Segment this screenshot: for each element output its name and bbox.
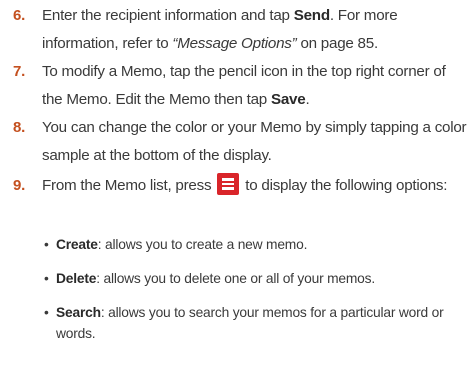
step-text: Enter the recipient information and tap … <box>42 7 398 52</box>
step-9: 9. From the Memo list, press to display … <box>0 172 471 228</box>
step-8: 8. You can change the color or your Memo… <box>0 114 471 170</box>
menu-key-icon <box>217 173 240 195</box>
option-term: Search <box>56 305 101 320</box>
bullet-icon: • <box>44 305 49 320</box>
step-number: 6. <box>13 7 26 24</box>
step-text: To modify a Memo, tap the pencil icon in… <box>42 63 446 108</box>
bullet-icon: • <box>44 237 49 252</box>
option-description: : allows you to delete one or all of you… <box>96 271 375 286</box>
option-term: Create <box>56 237 98 252</box>
step-number: 8. <box>13 119 26 136</box>
cross-reference: “Message Options” <box>172 35 297 52</box>
option-term: Delete <box>56 271 97 286</box>
option-description: : allows you to search your memos for a … <box>56 305 444 341</box>
step-text: From the Memo list, press to display the… <box>42 172 467 200</box>
manual-page: 6. Enter the recipient information and t… <box>0 0 471 366</box>
send-label: Send <box>293 7 330 24</box>
save-label: Save <box>270 91 306 108</box>
step-number: 7. <box>13 63 26 80</box>
step-number: 9. <box>13 177 26 194</box>
step-7: 7. To modify a Memo, tap the pencil icon… <box>0 58 471 114</box>
step-6: 6. Enter the recipient information and t… <box>0 2 471 58</box>
step-text: You can change the color or your Memo by… <box>42 119 467 164</box>
bullet-icon: • <box>44 271 49 286</box>
option-description: : allows you to create a new memo. <box>97 237 308 252</box>
